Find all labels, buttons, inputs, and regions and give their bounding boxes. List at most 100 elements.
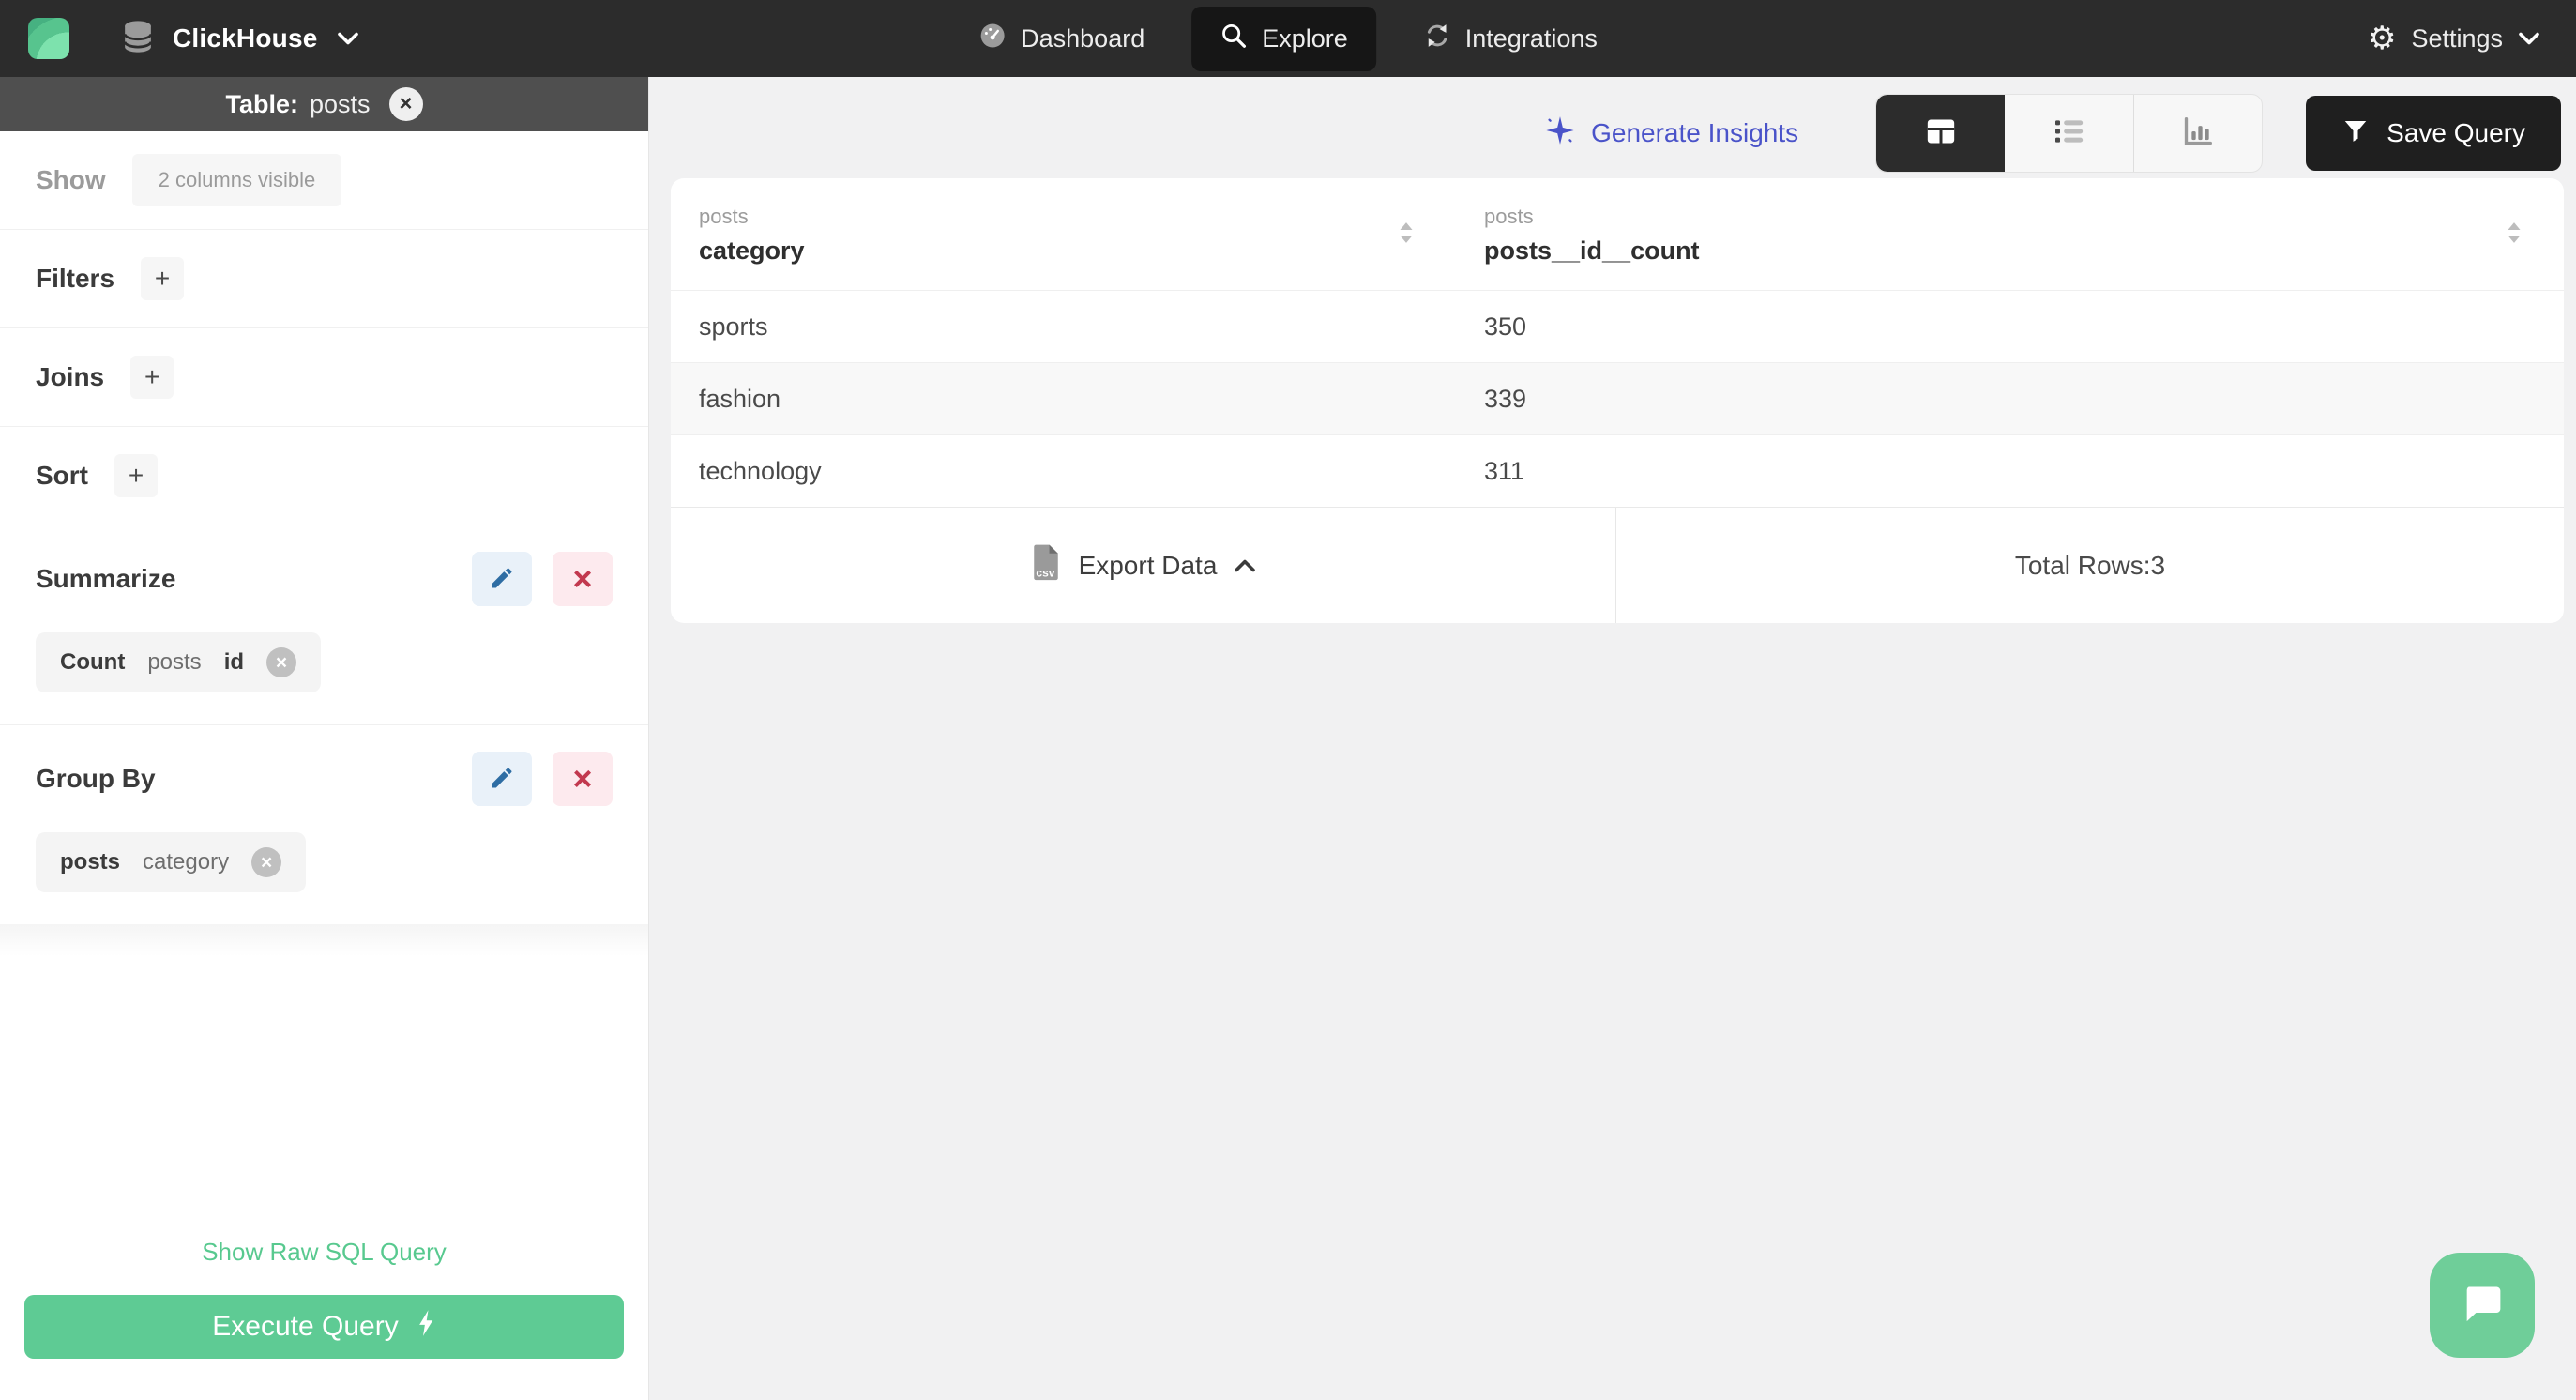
- edit-summarize-button[interactable]: [472, 552, 532, 606]
- nav-dashboard-label: Dashboard: [1021, 23, 1145, 53]
- remove-group-by-chip-button[interactable]: ×: [251, 847, 282, 877]
- nav-integrations-label: Integrations: [1464, 23, 1598, 53]
- table-label: Table:: [225, 89, 298, 118]
- results-table-footer: csv Export Data Total Rows:3: [671, 507, 2564, 623]
- show-raw-sql-link[interactable]: Show Raw SQL Query: [24, 1238, 624, 1267]
- brand-name: ClickHouse: [173, 23, 318, 53]
- summarize-label: Summarize: [36, 564, 176, 593]
- bar-chart-icon: [2179, 113, 2217, 155]
- delete-group-by-button[interactable]: ×: [553, 752, 613, 806]
- group-by-section: Group By × posts category ×: [0, 725, 648, 924]
- summarize-section: Summarize × Count posts id ×: [0, 525, 648, 725]
- filters-label: Filters: [36, 264, 115, 293]
- csv-file-icon: csv: [1030, 543, 1062, 587]
- column-table-name: posts: [699, 205, 749, 228]
- sort-section: Sort +: [0, 427, 648, 525]
- funnel-icon: [2341, 116, 2370, 151]
- query-builder-sidebar: Table: posts × Show 2 columns visible Fi…: [0, 77, 649, 1400]
- remove-table-button[interactable]: ×: [388, 87, 423, 121]
- nav-integrations[interactable]: Integrations: [1404, 8, 1616, 69]
- nav-explore-label: Explore: [1262, 23, 1348, 53]
- show-section: Show 2 columns visible: [0, 131, 648, 230]
- settings-menu[interactable]: ⚙ Settings: [2368, 23, 2548, 54]
- table-row[interactable]: sports 350: [671, 290, 2564, 362]
- sort-label: Sort: [36, 461, 88, 490]
- chevron-down-icon: [337, 32, 358, 45]
- app-logo: [28, 18, 69, 59]
- execute-query-label: Execute Query: [212, 1311, 399, 1342]
- nav-explore[interactable]: Explore: [1191, 6, 1376, 71]
- generate-insights-button[interactable]: Generate Insights: [1544, 114, 1798, 153]
- execute-query-button[interactable]: Execute Query: [24, 1295, 624, 1359]
- chip-column: category: [143, 849, 230, 875]
- sort-icon[interactable]: [2506, 221, 2523, 249]
- cell-count: 311: [1484, 456, 1525, 485]
- sync-icon: [1423, 22, 1451, 56]
- column-header-count[interactable]: posts posts__id__count: [1456, 178, 2564, 290]
- selected-table-bar: Table: posts ×: [0, 77, 648, 131]
- export-data-button[interactable]: csv Export Data: [671, 508, 1616, 623]
- chip-table: posts: [147, 649, 202, 675]
- chat-widget-button[interactable]: [2430, 1253, 2535, 1358]
- group-by-chip: posts category ×: [36, 832, 307, 892]
- svg-text:csv: csv: [1036, 567, 1054, 580]
- view-toggle-group: [1875, 94, 2264, 173]
- chevron-down-icon: [2519, 32, 2539, 45]
- sparkle-icon: [1544, 114, 1576, 153]
- delete-summarize-button[interactable]: ×: [553, 552, 613, 606]
- add-join-button[interactable]: +: [130, 356, 174, 399]
- results-toolbar: Generate Insights Save Query: [649, 77, 2576, 178]
- edit-group-by-button[interactable]: [472, 752, 532, 806]
- save-query-button[interactable]: Save Query: [2306, 96, 2561, 171]
- chat-bubble-icon: [2455, 1277, 2509, 1334]
- show-label: Show: [36, 165, 106, 194]
- column-header-category[interactable]: posts category: [671, 178, 1456, 290]
- search-icon: [1220, 22, 1248, 56]
- add-filter-button[interactable]: +: [141, 257, 185, 300]
- pencil-icon: [489, 565, 515, 594]
- pencil-icon: [489, 765, 515, 794]
- joins-label: Joins: [36, 362, 105, 391]
- list-view-icon: [2051, 113, 2088, 155]
- results-area: Generate Insights Save Query posts categ…: [649, 77, 2576, 1400]
- table-view-button[interactable]: [1876, 95, 2006, 172]
- cell-count: 339: [1484, 384, 1527, 413]
- columns-visible-button[interactable]: 2 columns visible: [131, 154, 342, 206]
- results-table-header: posts category posts posts__id__count: [671, 178, 2564, 290]
- group-by-label: Group By: [36, 764, 156, 793]
- add-sort-button[interactable]: +: [114, 454, 158, 497]
- list-view-button[interactable]: [2005, 95, 2133, 172]
- database-switcher[interactable]: ClickHouse: [122, 20, 359, 58]
- column-name: category: [699, 236, 805, 265]
- column-name: posts__id__count: [1484, 236, 1700, 265]
- settings-label: Settings: [2411, 23, 2503, 53]
- nav-dashboard[interactable]: Dashboard: [960, 8, 1163, 69]
- lightning-bolt-icon: [416, 1309, 436, 1345]
- table-row[interactable]: technology 311: [671, 434, 2564, 507]
- table-row[interactable]: fashion 339: [671, 362, 2564, 434]
- chart-view-button[interactable]: [2133, 95, 2262, 172]
- cell-category: sports: [699, 312, 768, 341]
- cell-category: technology: [699, 456, 822, 485]
- chevron-up-icon: [1235, 559, 1256, 571]
- generate-insights-label: Generate Insights: [1591, 118, 1799, 147]
- cell-category: fashion: [699, 384, 781, 413]
- table-name: posts: [309, 89, 371, 118]
- cell-count: 350: [1484, 312, 1527, 341]
- remove-summarize-chip-button[interactable]: ×: [266, 647, 297, 677]
- top-navbar: ClickHouse Dashboard Explore Integration…: [0, 0, 2576, 77]
- joins-section: Joins +: [0, 328, 648, 427]
- summarize-chip: Count posts id ×: [36, 632, 322, 692]
- export-data-label: Export Data: [1078, 550, 1218, 580]
- filters-section: Filters +: [0, 230, 648, 328]
- chip-table: posts: [60, 849, 121, 875]
- main-nav: Dashboard Explore Integrations: [960, 6, 1616, 71]
- chip-column: id: [223, 649, 245, 675]
- results-table-card: posts category posts posts__id__count sp…: [671, 178, 2564, 623]
- chip-function: Count: [60, 649, 126, 675]
- sort-icon[interactable]: [1398, 221, 1415, 249]
- database-icon: [122, 20, 154, 58]
- save-query-label: Save Query: [2387, 118, 2525, 147]
- column-table-name: posts: [1484, 205, 1534, 228]
- table-view-icon: [1922, 113, 1960, 155]
